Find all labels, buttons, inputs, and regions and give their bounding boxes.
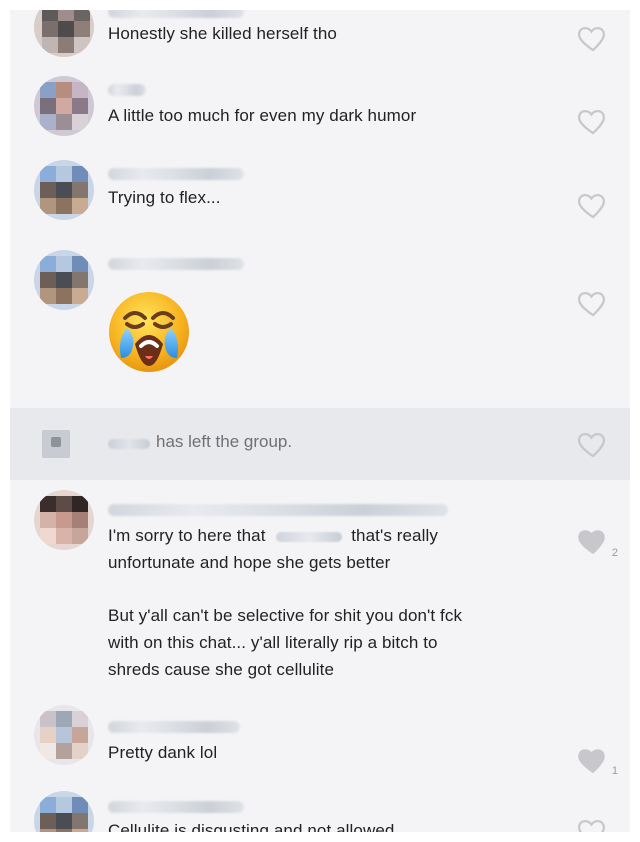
- group-icon: [42, 430, 70, 458]
- like-count: 1: [611, 765, 618, 777]
- heart-outline-icon[interactable]: [576, 286, 610, 320]
- heart-outline-icon[interactable]: [576, 427, 610, 461]
- message-row: Honestly she killed herself tho: [10, 10, 630, 72]
- sender-name-redacted: [108, 504, 448, 516]
- message-row: A little too much for even my dark humor: [10, 72, 630, 156]
- avatar: [34, 705, 94, 765]
- message-text-part: that's really: [351, 526, 438, 545]
- avatar: [34, 160, 94, 220]
- like-count: 2: [611, 547, 618, 559]
- chat-window: Honestly she killed herself tho A little…: [10, 10, 630, 832]
- avatar: [34, 250, 94, 310]
- message-row: I'm sorry to here that that's really unf…: [10, 480, 630, 705]
- message-row: Cellulite is disgusting and not allowed: [10, 791, 630, 832]
- message-row: [10, 238, 630, 408]
- sender-name-redacted: [108, 84, 146, 96]
- message-text: Pretty dank lol: [108, 743, 218, 762]
- crying-face-emoji: [105, 288, 193, 376]
- heart-outline-icon[interactable]: [576, 188, 610, 222]
- redacted-name-inline: [276, 532, 343, 543]
- avatar: [34, 791, 94, 832]
- sender-name-redacted: [108, 258, 244, 270]
- sender-name-redacted: [108, 168, 244, 180]
- system-message-text: has left the group.: [156, 432, 293, 451]
- heart-outline-icon[interactable]: [576, 104, 610, 138]
- avatar: [34, 490, 94, 550]
- message-text-line: I'm sorry to here that that's really: [108, 522, 438, 549]
- message-text: Trying to flex...: [108, 188, 221, 207]
- avatar: [34, 76, 94, 136]
- message-text-paragraph: But y'all can't be selective for shit yo…: [108, 606, 463, 679]
- message-row: Trying to flex...: [10, 156, 630, 238]
- heart-filled-icon[interactable]: [576, 743, 610, 777]
- heart-outline-icon[interactable]: [576, 814, 610, 832]
- heart-filled-icon[interactable]: [576, 524, 610, 558]
- message-text: A little too much for even my dark humor: [108, 106, 417, 125]
- message-text-part: I'm sorry to here that: [108, 526, 266, 545]
- message-text: Cellulite is disgusting and not allowed: [108, 821, 395, 832]
- heart-outline-icon[interactable]: [576, 21, 610, 55]
- system-message-row: has left the group.: [10, 408, 630, 480]
- message-text: Honestly she killed herself tho: [108, 24, 337, 43]
- message-text-line: unfortunate and hope she gets better: [108, 553, 391, 572]
- message-row: Pretty dank lol 1: [10, 705, 630, 793]
- avatar: [34, 10, 94, 57]
- sender-name-redacted: [108, 10, 244, 18]
- sender-name-redacted: [108, 439, 150, 449]
- sender-name-redacted: [108, 801, 244, 813]
- sender-name-redacted: [108, 721, 240, 733]
